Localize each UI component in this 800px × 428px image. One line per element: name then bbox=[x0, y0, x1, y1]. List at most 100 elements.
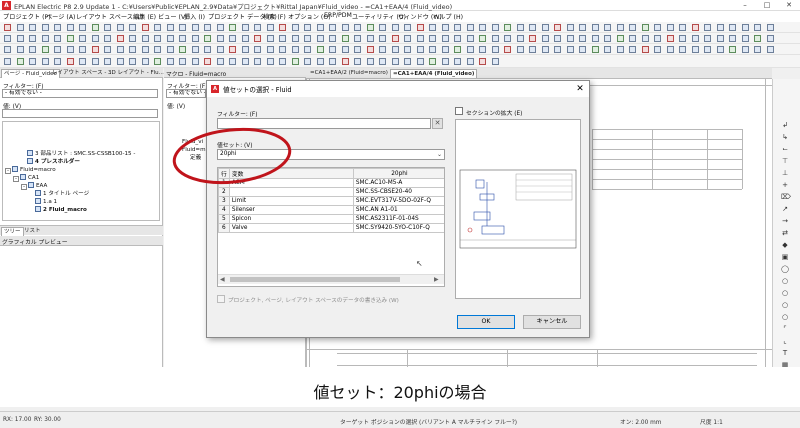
tab-doc-video[interactable]: =CA1+EAA/4 (Fluid_video) bbox=[390, 69, 478, 78]
toolbar-button-icon[interactable] bbox=[91, 58, 99, 65]
toolbar-button-icon[interactable] bbox=[29, 24, 36, 31]
connector-icon[interactable]: ▣ bbox=[781, 253, 789, 261]
toolbar-button-icon[interactable] bbox=[416, 24, 424, 31]
toolbar-button-icon[interactable] bbox=[166, 58, 174, 65]
toolbar-button-icon[interactable] bbox=[691, 35, 699, 42]
toolbar-button-icon[interactable] bbox=[729, 24, 736, 31]
menu-search[interactable]: 検索 (F) bbox=[263, 12, 286, 21]
toolbar-button-icon[interactable] bbox=[241, 35, 249, 42]
toolbar-button-icon[interactable] bbox=[416, 46, 424, 53]
toolbar-button-icon[interactable] bbox=[391, 46, 399, 53]
toolbar-button-icon[interactable] bbox=[29, 35, 36, 42]
toolbar-button-icon[interactable] bbox=[254, 46, 261, 53]
toolbar-button-icon[interactable] bbox=[479, 46, 486, 53]
toolbar-button-icon[interactable] bbox=[691, 24, 699, 31]
toolbar-button-icon[interactable] bbox=[429, 35, 436, 42]
toolbar-button-icon[interactable] bbox=[429, 24, 436, 31]
toolbar-button-icon[interactable] bbox=[179, 35, 186, 42]
toolbar-button-icon[interactable] bbox=[204, 35, 211, 42]
toolbar-button-icon[interactable] bbox=[154, 46, 161, 53]
toolbar-button-icon[interactable] bbox=[54, 58, 61, 65]
toolbar-button-icon[interactable] bbox=[479, 24, 486, 31]
toolbar-button-icon[interactable] bbox=[4, 46, 11, 53]
menu-page[interactable]: ページ (A) bbox=[46, 12, 75, 21]
toolbar-button-icon[interactable] bbox=[79, 46, 86, 53]
toolbar-button-icon[interactable] bbox=[16, 46, 24, 53]
toolbar-button-icon[interactable] bbox=[191, 46, 199, 53]
menu-insert[interactable]: 挿入 (I) bbox=[184, 12, 205, 21]
toolbar-button-icon[interactable] bbox=[366, 46, 374, 53]
toolbar-button-icon[interactable] bbox=[316, 24, 324, 31]
toolbar-button-icon[interactable] bbox=[454, 35, 461, 42]
plug-icon[interactable]: ◯ bbox=[781, 265, 789, 273]
toolbar-button-icon[interactable] bbox=[266, 35, 274, 42]
toolbar-button-icon[interactable] bbox=[66, 24, 74, 31]
toolbar-button-icon[interactable] bbox=[229, 46, 236, 53]
toolbar-button-icon[interactable] bbox=[766, 46, 774, 53]
toolbar-button-icon[interactable] bbox=[91, 46, 99, 53]
toolbar-button-icon[interactable] bbox=[229, 35, 236, 42]
toolbar-button-icon[interactable] bbox=[654, 24, 661, 31]
table-row[interactable]: 3 Limit SMC.EVT317V-5DO-02F-Q bbox=[218, 196, 444, 206]
toolbar-button-icon[interactable] bbox=[266, 24, 274, 31]
toolbar-button-icon[interactable] bbox=[454, 58, 461, 65]
toolbar-button-icon[interactable] bbox=[716, 35, 724, 42]
toolbar-button-icon[interactable] bbox=[604, 35, 611, 42]
toolbar-button-icon[interactable] bbox=[154, 35, 161, 42]
scrollbar-thumb[interactable] bbox=[230, 277, 400, 282]
toolbar-button-icon[interactable] bbox=[154, 24, 161, 31]
toolbar-button-icon[interactable] bbox=[479, 58, 486, 65]
toolbar-button-icon[interactable] bbox=[604, 24, 611, 31]
toolbar-button-icon[interactable] bbox=[691, 46, 699, 53]
bracket-icon[interactable]: ⌞ bbox=[781, 337, 789, 345]
toolbar-button-icon[interactable] bbox=[379, 58, 386, 65]
toolbar-button-icon[interactable] bbox=[279, 58, 286, 65]
toolbar-button-icon[interactable] bbox=[266, 58, 274, 65]
toolbar-button-icon[interactable] bbox=[541, 35, 549, 42]
toolbar-button-icon[interactable] bbox=[416, 35, 424, 42]
scroll-right-icon[interactable]: ▶ bbox=[434, 276, 439, 283]
toolbar-button-icon[interactable] bbox=[466, 46, 474, 53]
toolbar-button-icon[interactable] bbox=[29, 46, 36, 53]
col-header-20phi[interactable]: 20phi bbox=[352, 168, 444, 179]
toolbar-button-icon[interactable] bbox=[466, 35, 474, 42]
cancel-button[interactable]: キャンセル bbox=[523, 315, 581, 329]
toolbar-button-icon[interactable] bbox=[229, 24, 236, 31]
circle-icon[interactable]: ○ bbox=[781, 313, 789, 321]
toolbar-button-icon[interactable] bbox=[629, 46, 636, 53]
tree-item-fluid-macro-page[interactable]: 2 Fluid_macro bbox=[35, 206, 87, 214]
toolbar-button-icon[interactable] bbox=[579, 35, 586, 42]
toolbar-button-icon[interactable] bbox=[179, 24, 186, 31]
toolbar-button-icon[interactable] bbox=[91, 35, 99, 42]
toolbar-button-icon[interactable] bbox=[204, 58, 211, 65]
filter-select[interactable]: - 有効でない - bbox=[2, 89, 158, 98]
toolbar-button-icon[interactable] bbox=[66, 46, 74, 53]
toolbar-button-icon[interactable] bbox=[329, 58, 336, 65]
value-input[interactable] bbox=[2, 109, 158, 118]
tab-3d-layout[interactable]: 3D レイアウト - Flu... bbox=[106, 69, 166, 78]
toolbar-button-icon[interactable] bbox=[404, 46, 411, 53]
toolbar-button-icon[interactable] bbox=[341, 35, 349, 42]
toolbar-button-icon[interactable] bbox=[204, 24, 211, 31]
menu-project[interactable]: プロジェクト (P) bbox=[3, 12, 51, 21]
toolbar-button-icon[interactable] bbox=[391, 58, 399, 65]
toolbar-button-icon[interactable] bbox=[316, 58, 324, 65]
toolbar-button-icon[interactable] bbox=[179, 58, 186, 65]
toolbar-button-icon[interactable] bbox=[766, 35, 774, 42]
toolbar-button-icon[interactable] bbox=[704, 24, 711, 31]
toolbar-button-icon[interactable] bbox=[429, 58, 436, 65]
toolbar-button-icon[interactable] bbox=[129, 58, 136, 65]
toolbar-button-icon[interactable] bbox=[366, 58, 374, 65]
bracket-icon[interactable]: ⌜ bbox=[781, 325, 789, 333]
toolbar-button-icon[interactable] bbox=[79, 58, 86, 65]
toolbar-button-icon[interactable] bbox=[216, 46, 224, 53]
table-row[interactable]: 6 Valve SMC.SY9420-5YO-C10F-Q bbox=[218, 223, 444, 233]
tree-item-fluid-macro[interactable]: - Fluid=macro bbox=[5, 166, 56, 174]
toolbar-button-icon[interactable] bbox=[141, 35, 149, 42]
toolbar-button-icon[interactable] bbox=[241, 58, 249, 65]
text-icon[interactable]: T bbox=[781, 349, 789, 357]
toolbar-button-icon[interactable] bbox=[41, 58, 49, 65]
toolbar-button-icon[interactable] bbox=[754, 35, 761, 42]
toolbar-button-icon[interactable] bbox=[304, 35, 311, 42]
toolbar-button-icon[interactable] bbox=[116, 35, 124, 42]
